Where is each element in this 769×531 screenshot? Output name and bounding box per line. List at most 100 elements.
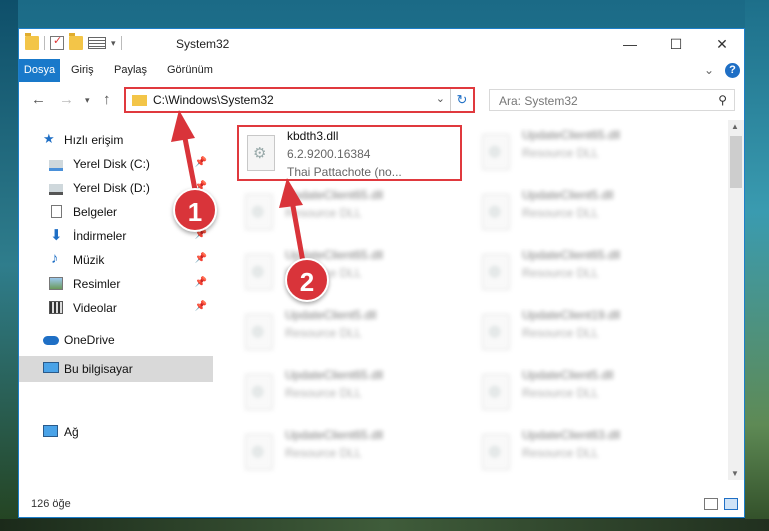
file-type: Resource DLL: [285, 386, 362, 400]
file-type: Resource DLL: [522, 446, 599, 460]
properties-icon[interactable]: [50, 34, 64, 50]
music-icon: ♪: [51, 250, 59, 267]
minimize-button[interactable]: —: [607, 29, 653, 59]
file-type: Resource DLL: [285, 206, 362, 220]
nav-item-pictures[interactable]: Resimler 📌: [19, 272, 213, 296]
nav-item-quick-access[interactable]: ★ Hızlı erişim: [19, 128, 213, 152]
search-icon[interactable]: ⚲: [718, 93, 727, 107]
close-button[interactable]: ✕: [699, 29, 745, 59]
file-item-kbdth3[interactable]: kbdth3.dll 6.2.9200.16384 Thai Pattachot…: [237, 125, 462, 181]
pictures-icon: [49, 277, 63, 290]
dll-file-icon: [482, 374, 510, 410]
address-row: ← → ▾ ↑ C:\Windows\System32 ⌄ ↻ Ara: Sys…: [19, 84, 744, 118]
drive-icon: [49, 160, 63, 171]
file-description: Thai Pattachote (no...: [287, 165, 402, 179]
file-type: Resource DLL: [522, 266, 599, 280]
pin-icon[interactable]: 📌: [195, 157, 207, 168]
file-item[interactable]: UpdateClient19.dll Resource DLL: [474, 306, 699, 362]
refresh-icon[interactable]: ↻: [450, 89, 473, 111]
nav-item-music[interactable]: ♪ Müzik 📌: [19, 248, 213, 272]
ribbon-tabs: Dosya Giriş Paylaş Görünüm ⌄ ?: [19, 59, 744, 82]
view-switcher: [704, 498, 738, 510]
scrollbar-thumb[interactable]: [730, 136, 742, 188]
tab-file[interactable]: Dosya: [19, 59, 60, 82]
dll-file-icon: [482, 134, 510, 170]
file-name: UpdateClient65.dll: [285, 368, 384, 382]
file-item[interactable]: UpdateClient5.dll Resource DLL: [474, 366, 699, 422]
title-bar: ▾ System32 — ☐ ✕: [19, 29, 744, 59]
recent-locations-chevron-icon[interactable]: ▾: [85, 95, 90, 106]
expand-ribbon-chevron-icon[interactable]: ⌄: [704, 63, 714, 77]
nav-item-videos[interactable]: Videolar 📌: [19, 296, 213, 320]
help-icon[interactable]: ?: [725, 63, 740, 78]
drive-icon: [49, 184, 63, 195]
nav-item-label: Resimler: [73, 277, 121, 291]
address-bar[interactable]: C:\Windows\System32 ⌄ ↻: [124, 87, 475, 113]
file-type: Resource DLL: [285, 326, 362, 340]
file-item[interactable]: UpdateClient65.dll Resource DLL: [237, 426, 462, 480]
file-name: UpdateClient65.dll: [522, 248, 621, 262]
nav-item-label: Ağ: [64, 425, 79, 439]
maximize-button[interactable]: ☐: [653, 29, 699, 59]
nav-item-onedrive[interactable]: OneDrive: [19, 328, 213, 352]
file-item[interactable]: UpdateClient63.dll Resource DLL: [474, 426, 699, 480]
search-input[interactable]: Ara: System32 ⚲: [489, 89, 735, 111]
file-type: Resource DLL: [522, 146, 599, 160]
file-name: kbdth3.dll: [287, 129, 339, 143]
nav-item-label: OneDrive: [64, 333, 115, 347]
explorer-window: ▾ System32 — ☐ ✕ Dosya Giriş Paylaş Görü…: [18, 28, 745, 518]
file-item[interactable]: UpdateClient5.dll Resource DLL: [237, 306, 462, 362]
file-item[interactable]: UpdateClient65.dll Resource DLL: [237, 186, 462, 242]
folder-icon: [132, 95, 147, 106]
scroll-up-arrow-icon[interactable]: ▲: [731, 122, 739, 131]
address-path[interactable]: C:\Windows\System32: [153, 93, 274, 107]
file-name: UpdateClient5.dll: [285, 308, 377, 322]
nav-item-label: İndirmeler: [73, 229, 127, 243]
tab-view[interactable]: Görünüm: [159, 59, 221, 82]
file-name: UpdateClient63.dll: [522, 428, 621, 442]
forward-arrow-icon[interactable]: →: [59, 91, 74, 108]
desktop-wallpaper-right: [745, 0, 769, 531]
tiles-view-icon[interactable]: [724, 498, 738, 510]
file-type: Resource DLL: [522, 386, 599, 400]
desktop-wallpaper-left: [0, 0, 18, 531]
vertical-scrollbar[interactable]: ▲ ▼: [728, 120, 744, 480]
dll-file-icon: [245, 254, 273, 290]
pin-icon[interactable]: 📌: [195, 253, 207, 264]
back-arrow-icon[interactable]: ←: [31, 91, 46, 108]
pin-icon[interactable]: 📌: [195, 301, 207, 312]
nav-item-network[interactable]: Ağ: [19, 420, 213, 444]
file-item[interactable]: UpdateClient65.dll Resource DLL: [474, 246, 699, 302]
dll-file-icon: [245, 434, 273, 470]
view-icon[interactable]: [88, 37, 106, 49]
dll-file-icon: [482, 314, 510, 350]
cloud-icon: [43, 336, 59, 345]
nav-item-local-disk-c[interactable]: Yerel Disk (C:) 📌: [19, 152, 213, 176]
scroll-down-arrow-icon[interactable]: ▼: [731, 469, 739, 478]
file-item[interactable]: UpdateClient65.dll Resource DLL: [474, 126, 699, 182]
computer-icon: [43, 362, 59, 373]
file-item[interactable]: UpdateClient5.dll Resource DLL: [474, 186, 699, 242]
nav-item-this-pc[interactable]: Bu bilgisayar: [19, 356, 213, 382]
nav-item-label: Videolar: [73, 301, 117, 315]
file-name: UpdateClient65.dll: [285, 188, 384, 202]
file-item[interactable]: UpdateClient65.dll Resource DLL: [237, 366, 462, 422]
file-item[interactable]: UpdateClient65.dll Resource DLL: [237, 246, 462, 302]
up-arrow-icon[interactable]: ↑: [103, 91, 111, 108]
nav-item-label: Bu bilgisayar: [64, 362, 133, 376]
customize-toolbar-chevron-icon[interactable]: ▾: [111, 38, 116, 49]
file-type: Resource DLL: [522, 206, 599, 220]
pin-icon[interactable]: 📌: [195, 277, 207, 288]
nav-item-label: Müzik: [73, 253, 105, 267]
details-view-icon[interactable]: [704, 498, 718, 510]
folder-icon: [25, 33, 39, 50]
dll-file-icon: [482, 434, 510, 470]
item-count: 126 öğe: [31, 498, 71, 510]
tab-share[interactable]: Paylaş: [106, 59, 155, 82]
toolbar-separator: [120, 36, 122, 50]
tab-home[interactable]: Giriş: [63, 59, 102, 82]
dll-file-icon: [245, 194, 273, 230]
new-folder-icon[interactable]: [69, 33, 83, 50]
nav-item-label: Belgeler: [73, 205, 118, 219]
address-dropdown-chevron-icon[interactable]: ⌄: [436, 92, 445, 105]
